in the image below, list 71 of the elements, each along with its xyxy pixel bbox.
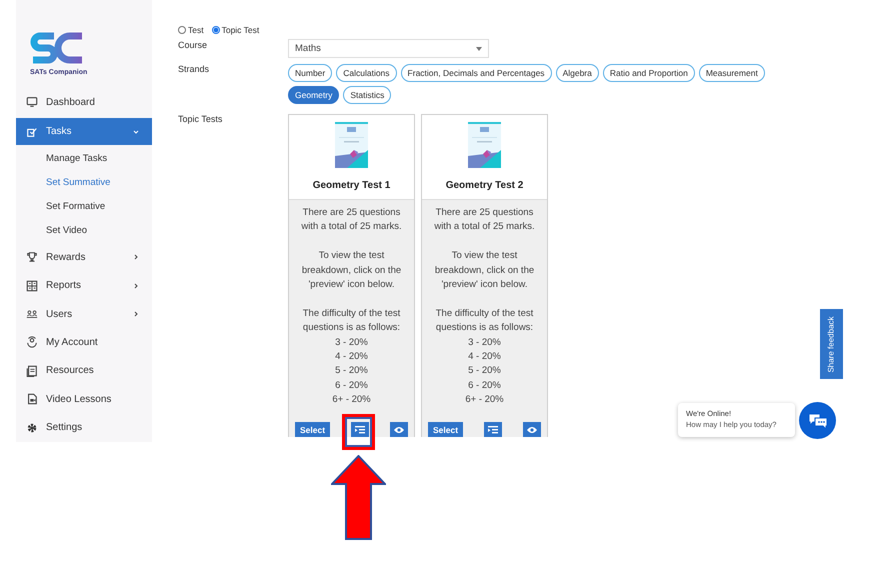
field-label: Topic Tests bbox=[178, 114, 224, 126]
menu-item-icon bbox=[26, 393, 38, 406]
submenu-item[interactable]: Set Summative bbox=[16, 170, 152, 195]
field-label: Strands bbox=[178, 64, 210, 76]
sidebar-item[interactable]: Rewards bbox=[16, 242, 152, 272]
card-description: To view the test breakdown, click on the 'preview' icon below. bbox=[300, 249, 402, 292]
chat-button[interactable] bbox=[799, 402, 836, 439]
arrow-icon bbox=[331, 455, 386, 540]
radio-button[interactable] bbox=[212, 26, 220, 34]
radio-label[interactable]: Topic Test bbox=[222, 25, 260, 35]
difficulty-line: 3 - 20% bbox=[468, 336, 501, 350]
menu-item-icon bbox=[26, 422, 38, 434]
strand-chip[interactable]: Measurement bbox=[698, 64, 765, 82]
submenu-item[interactable]: Manage Tasks bbox=[16, 146, 152, 171]
strand-chip[interactable]: Calculations bbox=[336, 64, 397, 82]
caret-icon bbox=[476, 46, 482, 50]
difficulty-line: 4 - 20% bbox=[335, 350, 368, 364]
preview-button[interactable] bbox=[390, 422, 408, 437]
card-description: The difficulty of the test questions is as follows: bbox=[434, 306, 534, 336]
sidebar-item[interactable]: Video Lessons bbox=[16, 385, 152, 414]
eye-icon bbox=[526, 426, 537, 434]
chat-icon bbox=[808, 412, 828, 428]
list-icon bbox=[488, 426, 498, 434]
sidebar-item[interactable]: My Account bbox=[16, 328, 152, 357]
strand-chip[interactable]: Geometry bbox=[288, 86, 340, 104]
strand-chip[interactable]: Statistics bbox=[343, 86, 392, 104]
sidebar-item[interactable]: Settings bbox=[16, 414, 152, 442]
preview-button[interactable] bbox=[522, 422, 541, 437]
strand-chip[interactable]: Algebra bbox=[556, 64, 599, 82]
sidebar-item[interactable]: Dashboard bbox=[16, 88, 152, 116]
course-dropdown[interactable]: Maths bbox=[288, 39, 489, 58]
strand-chip[interactable]: Fraction, Decimals and Percentages bbox=[400, 64, 552, 82]
select-button[interactable]: Select bbox=[295, 422, 330, 437]
menu-item-icon bbox=[26, 308, 38, 320]
menu-item-icon bbox=[26, 96, 38, 108]
field-label: Course bbox=[178, 40, 208, 52]
card-description: The difficulty of the test questions is as follows: bbox=[302, 306, 402, 336]
menu-item-icon bbox=[26, 251, 38, 264]
list-icon bbox=[355, 426, 366, 434]
card-description: There are 25 questions with a total of 25 marks. bbox=[433, 206, 536, 234]
difficulty-line: 4 - 20% bbox=[468, 350, 501, 364]
sidebar-item[interactable]: Tasks bbox=[16, 118, 152, 145]
breakdown-button[interactable] bbox=[351, 422, 370, 437]
card-description: To view the test breakdown, click on the 'preview' icon below. bbox=[434, 249, 536, 292]
menu-item-icon bbox=[26, 336, 38, 348]
select-button[interactable]: Select bbox=[428, 422, 464, 437]
difficulty-line: 3 - 20% bbox=[335, 336, 368, 350]
card-title: Geometry Test 2 bbox=[446, 180, 524, 191]
difficulty-line: 6+ - 20% bbox=[332, 393, 371, 408]
submenu-item[interactable]: Set Video bbox=[16, 218, 152, 243]
radio-button[interactable] bbox=[178, 26, 186, 34]
strand-chip[interactable]: Number bbox=[288, 64, 332, 82]
submenu-item[interactable]: Set Formative bbox=[16, 194, 152, 219]
breakdown-button[interactable] bbox=[484, 422, 502, 437]
difficulty-line: 6 - 20% bbox=[468, 378, 501, 393]
menu-item-icon bbox=[26, 126, 38, 138]
card-description: There are 25 questions with a total of 25 marks. bbox=[300, 206, 403, 234]
feedback-tab[interactable]: Share feedback bbox=[820, 309, 843, 379]
menu-item-icon bbox=[26, 364, 38, 377]
difficulty-line: 6+ - 20% bbox=[465, 393, 504, 408]
strand-chip[interactable]: Ratio and Proportion bbox=[602, 64, 695, 82]
card-title: Geometry Test 1 bbox=[312, 180, 390, 191]
radio-label[interactable]: Test bbox=[188, 25, 204, 35]
eye-icon bbox=[394, 426, 404, 434]
difficulty-line: 5 - 20% bbox=[468, 364, 501, 378]
menu-item-icon bbox=[26, 280, 38, 292]
sidebar-item[interactable]: Users bbox=[16, 300, 152, 328]
difficulty-line: 6 - 20% bbox=[335, 378, 368, 393]
difficulty-line: 5 - 20% bbox=[335, 364, 368, 378]
sidebar-item[interactable]: Reports bbox=[16, 271, 152, 300]
sidebar-item[interactable]: Resources bbox=[16, 356, 152, 386]
